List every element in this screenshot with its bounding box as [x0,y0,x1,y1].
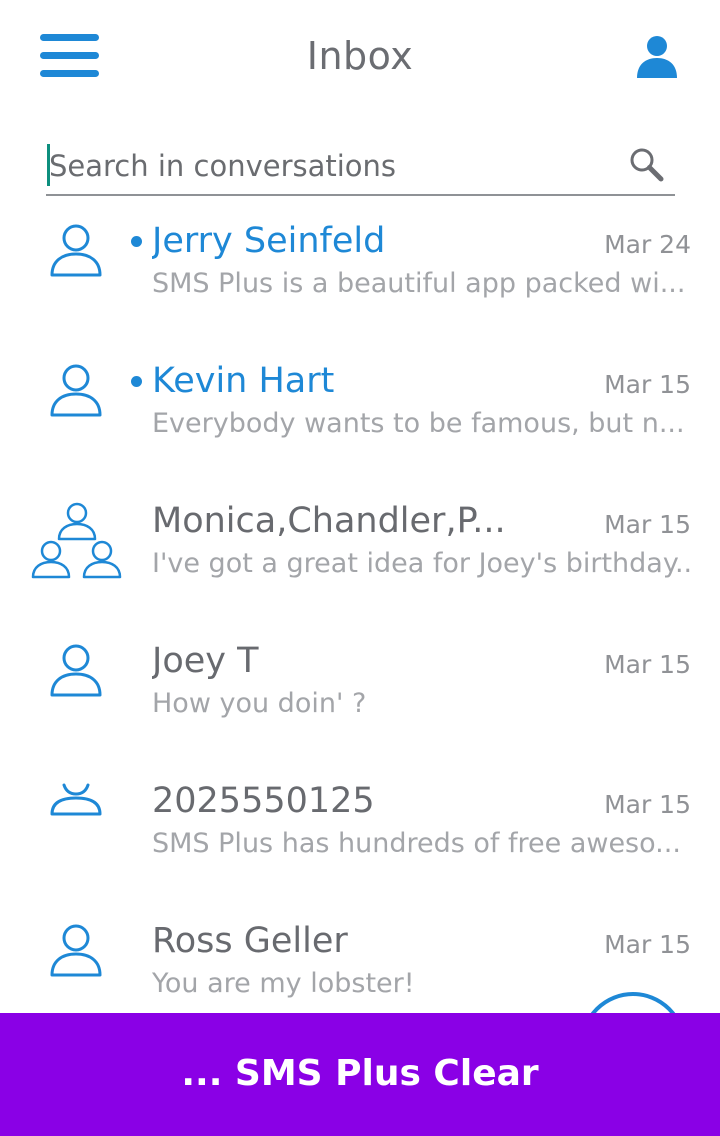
unread-indicator [131,376,142,387]
conversation-item[interactable]: Kevin Hart Mar 15 Everybody wants to be … [0,345,720,485]
message-date: Mar 15 [604,930,691,959]
conversation-item[interactable]: Joey T Mar 15 How you doin' ? [0,625,720,765]
banner-text: ... SMS Plus Clear [181,1053,539,1094]
person-icon [48,781,104,837]
message-preview: I've got a great idea for Joey's birthda… [152,548,692,579]
message-preview: Everybody wants to be famous, but n... [152,408,685,439]
conversation-item[interactable]: 2025550125 Mar 15 SMS Plus has hundreds … [0,765,720,905]
user-profile-icon[interactable] [634,34,680,80]
message-date: Mar 15 [604,650,691,679]
contact-name: Jerry Seinfeld [152,221,386,261]
search-input[interactable] [49,146,609,186]
person-icon [48,221,104,277]
message-date: Mar 15 [604,370,691,399]
page-title: Inbox [306,34,414,78]
group-icon [30,501,124,583]
app-header: Inbox [0,0,720,115]
message-preview: You are my lobster! [152,968,415,999]
contact-name: Joey T [152,641,259,681]
contact-name: Kevin Hart [152,361,335,401]
message-preview: SMS Plus has hundreds of free aweso... [152,828,681,859]
message-date: Mar 15 [604,510,691,539]
unread-indicator [131,236,142,247]
message-preview: How you doin' ? [152,688,367,719]
message-date: Mar 15 [604,790,691,819]
contact-name: 2025550125 [152,781,375,821]
conversation-item[interactable]: Jerry Seinfeld Mar 24 SMS Plus is a beau… [0,205,720,345]
person-icon [48,921,104,977]
search-icon[interactable] [628,146,664,182]
conversation-list: Jerry Seinfeld Mar 24 SMS Plus is a beau… [0,205,720,1015]
contact-name: Ross Geller [152,921,348,961]
message-preview: SMS Plus is a beautiful app packed wi... [152,268,686,299]
contact-name: Monica,Chandler,P... [152,501,506,541]
promo-banner[interactable]: ... SMS Plus Clear [0,1013,720,1136]
person-icon [48,361,104,417]
person-icon [48,641,104,697]
search-bar [46,140,675,196]
conversation-item[interactable]: Monica,Chandler,P... Mar 15 I've got a g… [0,485,720,625]
message-date: Mar 24 [604,230,691,259]
